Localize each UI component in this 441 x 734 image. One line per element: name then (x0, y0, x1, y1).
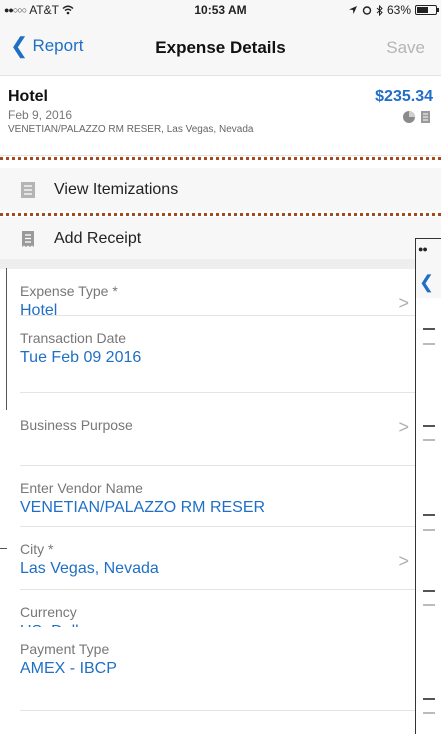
field-label: Business Purpose (20, 417, 133, 433)
background-screen-edge (0, 268, 7, 410)
signal-dots-icon: ●● (418, 244, 428, 254)
overlay-line (423, 712, 435, 714)
add-receipt-label: Add Receipt (54, 229, 142, 247)
overlay-line (423, 604, 435, 606)
field-city[interactable]: City * Las Vegas, Nevada > (0, 527, 441, 595)
field-business-purpose[interactable]: Business Purpose > (0, 393, 441, 461)
view-itemizations-label: View Itemizations (54, 180, 179, 198)
alarm-icon (362, 6, 372, 15)
field-label: Currency (20, 604, 77, 620)
field-label: Payment Type (20, 641, 110, 657)
save-button[interactable]: Save (386, 38, 425, 58)
field-value: Las Vegas, Nevada (20, 560, 159, 577)
field-label: Enter Vendor Name (20, 480, 143, 496)
itemizations-list-icon (21, 181, 35, 198)
overlay-line (423, 529, 435, 531)
overlapping-screen-edge: ●● ❮ (415, 238, 441, 734)
battery-icon (415, 5, 439, 15)
overlay-line (423, 514, 435, 516)
field-label: City * (20, 541, 54, 557)
allocation-pie-icon (403, 111, 415, 123)
overlay-line (423, 328, 435, 330)
expense-amount: $235.34 (375, 88, 433, 105)
page-title: Expense Details (155, 38, 286, 57)
field-value: AMEX - IBCP (20, 660, 117, 677)
battery-fill (417, 7, 428, 13)
nav-bar: ❮ Report Expense Details Save (0, 20, 441, 76)
add-receipt-row[interactable]: Add Receipt (0, 217, 441, 260)
field-label: Expense Type * (20, 283, 118, 299)
view-itemizations-row[interactable]: View Itemizations (0, 168, 441, 211)
divider (20, 710, 441, 711)
highlight-dotted-line-bottom (0, 213, 441, 216)
field-label: Transaction Date (20, 330, 127, 346)
field-transaction-date[interactable]: Transaction Date Tue Feb 09 2016 (0, 316, 441, 384)
chevron-right-icon: > (398, 551, 409, 571)
receipt-add-icon (22, 230, 34, 247)
chevron-right-icon: > (398, 417, 409, 437)
overlay-line (423, 343, 435, 345)
status-bar: ●●○○○ AT&T 10:53 AM 63% (0, 0, 441, 20)
overlay-header: ●● ❮ (416, 238, 441, 298)
expense-vendor-location: VENETIAN/PALAZZO RM RESER, Las Vegas, Ne… (8, 124, 254, 135)
field-value: Tue Feb 09 2016 (20, 349, 142, 366)
receipt-icon (421, 111, 430, 123)
field-value: VENETIAN/PALAZZO RM RESER (20, 499, 266, 516)
battery-percent: 63% (386, 3, 411, 17)
overlay-line (423, 698, 435, 700)
expense-date: Feb 9, 2016 (8, 108, 73, 122)
overlay-line (423, 425, 435, 427)
section-gap (0, 259, 441, 269)
field-payment-type[interactable]: Payment Type AMEX - IBCP (0, 627, 441, 695)
field-vendor-name[interactable]: Enter Vendor Name VENETIAN/PALAZZO RM RE… (0, 466, 441, 534)
chevron-right-icon: > (398, 293, 409, 313)
expense-status-icons (402, 110, 431, 124)
expense-name: Hotel (8, 88, 48, 105)
location-arrow-icon (348, 6, 357, 14)
bluetooth-icon (376, 4, 383, 16)
chevron-left-icon: ❮ (419, 272, 435, 292)
overlay-line (423, 590, 435, 592)
background-screen-edge (0, 548, 7, 549)
overlay-line (423, 439, 435, 441)
status-right: 63% (348, 3, 439, 17)
highlight-dotted-line-top (0, 157, 441, 160)
expense-summary: Hotel Feb 9, 2016 VENETIAN/PALAZZO RM RE… (0, 76, 441, 156)
